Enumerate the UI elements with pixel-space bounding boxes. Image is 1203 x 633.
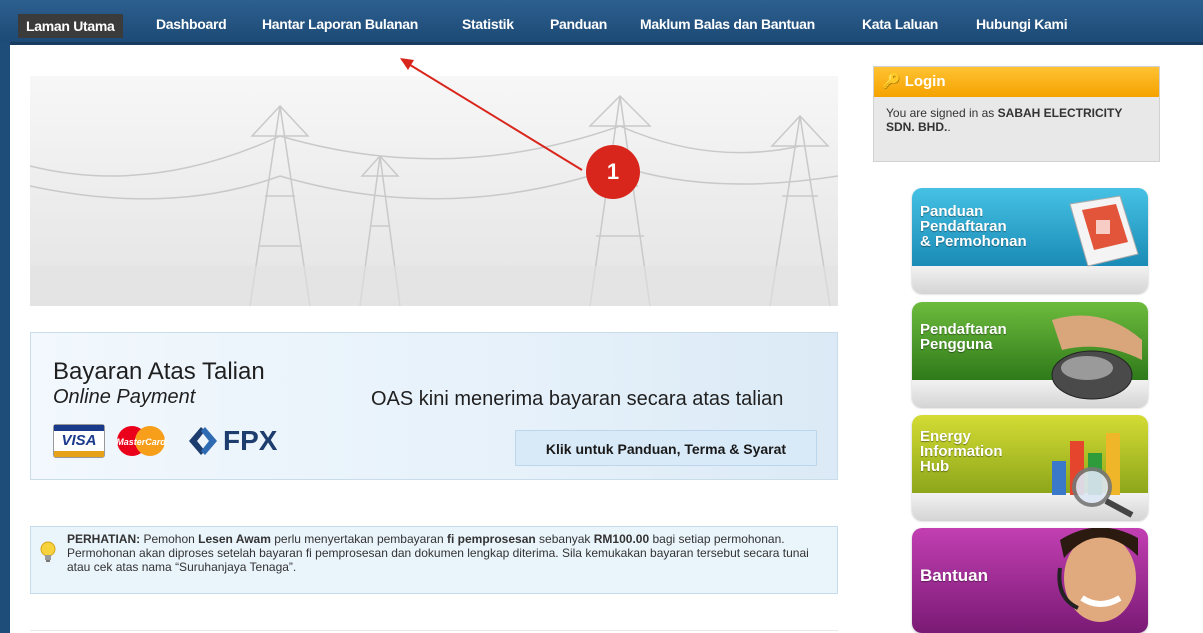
divider <box>30 630 838 631</box>
tile-energy-information-hub[interactable]: Energy Information Hub <box>912 415 1148 520</box>
online-payment-panel[interactable]: Bayaran Atas Talian Online Payment OAS k… <box>30 332 838 480</box>
tile-bantuan[interactable]: Bantuan <box>912 528 1148 633</box>
pylons-illustration <box>30 94 838 306</box>
payment-subtitle: Online Payment <box>53 386 196 408</box>
notice-text: PERHATIAN: Pemohon Lesen Awam perlu meny… <box>67 532 809 574</box>
key-icon: 🔑 <box>882 73 901 90</box>
tile-panduan-pendaftaran[interactable]: Panduan Pendaftaran & Permohonan <box>912 188 1148 293</box>
manual-book-icon <box>1069 195 1139 267</box>
computer-mouse-icon <box>1051 315 1142 400</box>
login-panel: 🔑 Login You are signed in as SABAH ELECTR… <box>873 66 1160 162</box>
annotation-marker: 1 <box>586 145 640 199</box>
chart-magnifier-icon <box>1052 433 1134 518</box>
nav-laman-utama[interactable]: Laman Utama <box>18 14 123 38</box>
login-status: You are signed in as SABAH ELECTRICITY S… <box>886 106 1123 134</box>
fpx-icon <box>189 427 217 455</box>
nav-kata-laluan[interactable]: Kata Laluan <box>862 11 938 37</box>
svg-text:MasterCard: MasterCard <box>116 437 166 447</box>
nav-statistik[interactable]: Statistik <box>462 11 514 37</box>
notice-box: PERHATIAN: Pemohon Lesen Awam perlu meny… <box>30 526 838 594</box>
top-navbar: Laman Utama Dashboard Hantar Laporan Bul… <box>0 0 1203 45</box>
fpx-label: FPX <box>223 425 278 456</box>
support-agent-icon <box>1057 528 1138 622</box>
payment-title: Bayaran Atas Talian <box>53 358 265 385</box>
tile-pendaftaran-pengguna[interactable]: Pendaftaran Pengguna <box>912 302 1148 407</box>
page-left-border <box>0 42 10 633</box>
mastercard-logo: MasterCard <box>111 424 171 458</box>
lightbulb-icon <box>40 541 56 562</box>
payment-message: OAS kini menerima bayaran secara atas ta… <box>371 388 784 410</box>
hero-banner <box>30 76 838 306</box>
nav-dashboard[interactable]: Dashboard <box>156 11 227 37</box>
nav-hantar-laporan-bulanan[interactable]: Hantar Laporan Bulanan <box>262 11 418 37</box>
nav-hubungi-kami[interactable]: Hubungi Kami <box>976 11 1068 37</box>
visa-logo: VISA <box>53 424 105 458</box>
nav-maklum-balas[interactable]: Maklum Balas dan Bantuan <box>640 11 815 37</box>
login-header: 🔑 Login <box>874 67 1159 97</box>
nav-panduan[interactable]: Panduan <box>550 11 607 37</box>
payment-guide-button[interactable]: Klik untuk Panduan, Terma & Syarat <box>515 430 817 466</box>
